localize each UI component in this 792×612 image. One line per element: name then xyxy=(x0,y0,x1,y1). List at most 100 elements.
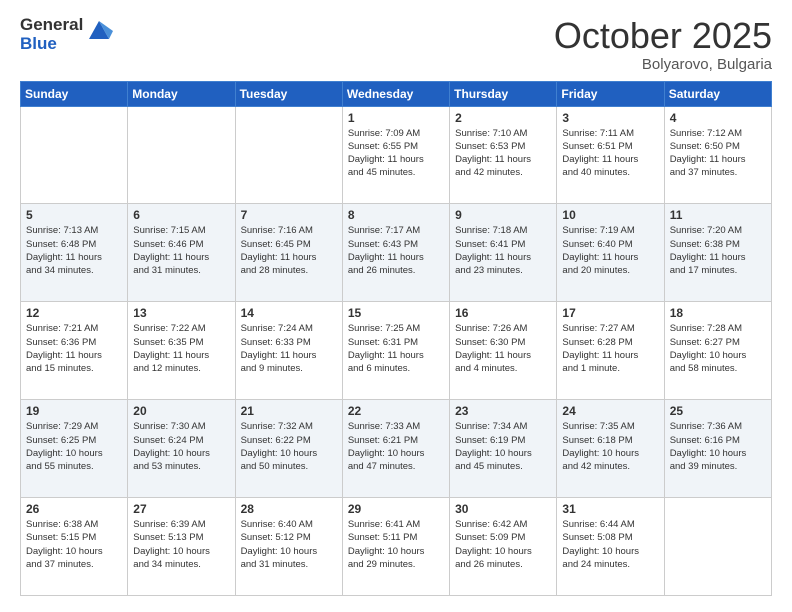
day-info: Sunrise: 7:33 AM Sunset: 6:21 PM Dayligh… xyxy=(348,420,444,473)
day-info: Sunrise: 7:19 AM Sunset: 6:40 PM Dayligh… xyxy=(562,224,658,277)
day-info: Sunrise: 7:20 AM Sunset: 6:38 PM Dayligh… xyxy=(670,224,766,277)
day-info: Sunrise: 7:36 AM Sunset: 6:16 PM Dayligh… xyxy=(670,420,766,473)
table-row: 25 Sunrise: 7:36 AM Sunset: 6:16 PM Dayli… xyxy=(664,400,771,498)
day-number: 20 xyxy=(133,404,229,418)
day-number: 4 xyxy=(670,111,766,125)
day-number: 25 xyxy=(670,404,766,418)
day-number: 15 xyxy=(348,306,444,320)
day-number: 29 xyxy=(348,502,444,516)
day-info: Sunrise: 7:24 AM Sunset: 6:33 PM Dayligh… xyxy=(241,322,337,375)
table-row: 14 Sunrise: 7:24 AM Sunset: 6:33 PM Dayli… xyxy=(235,302,342,400)
table-row: 18 Sunrise: 7:28 AM Sunset: 6:27 PM Dayli… xyxy=(664,302,771,400)
day-number: 12 xyxy=(26,306,122,320)
day-info: Sunrise: 6:41 AM Sunset: 5:11 PM Dayligh… xyxy=(348,518,444,571)
table-row: 11Sunrise: 7:20 AM Sunset: 6:38 PM Dayli… xyxy=(664,204,771,302)
table-row: 19Sunrise: 7:29 AM Sunset: 6:25 PM Dayli… xyxy=(21,400,128,498)
table-row: 24Sunrise: 7:35 AM Sunset: 6:18 PM Dayli… xyxy=(557,400,664,498)
day-number: 14 xyxy=(241,306,337,320)
table-row: 5 Sunrise: 7:13 AM Sunset: 6:48 PM Daylig… xyxy=(21,204,128,302)
day-info: Sunrise: 7:30 AM Sunset: 6:24 PM Dayligh… xyxy=(133,420,229,473)
page: General Blue October 2025 Bolyarovo, Bul… xyxy=(0,0,792,612)
day-number: 2 xyxy=(455,111,551,125)
col-thursday: Thursday xyxy=(450,81,557,106)
day-number: 26 xyxy=(26,502,122,516)
table-row: 3Sunrise: 7:11 AM Sunset: 6:51 PM Daylig… xyxy=(557,106,664,204)
day-number: 27 xyxy=(133,502,229,516)
day-number: 24 xyxy=(562,404,658,418)
day-number: 31 xyxy=(562,502,658,516)
col-sunday: Sunday xyxy=(21,81,128,106)
table-row: 2Sunrise: 7:10 AM Sunset: 6:53 PM Daylig… xyxy=(450,106,557,204)
title-block: October 2025 Bolyarovo, Bulgaria xyxy=(554,16,772,73)
table-row: 8 Sunrise: 7:17 AM Sunset: 6:43 PM Daylig… xyxy=(342,204,449,302)
day-info: Sunrise: 7:29 AM Sunset: 6:25 PM Dayligh… xyxy=(26,420,122,473)
day-number: 3 xyxy=(562,111,658,125)
day-number: 22 xyxy=(348,404,444,418)
table-row: 17 Sunrise: 7:27 AM Sunset: 6:28 PM Dayli… xyxy=(557,302,664,400)
day-info: Sunrise: 7:18 AM Sunset: 6:41 PM Dayligh… xyxy=(455,224,551,277)
table-row: 16Sunrise: 7:26 AM Sunset: 6:30 PM Dayli… xyxy=(450,302,557,400)
day-info: Sunrise: 7:26 AM Sunset: 6:30 PM Dayligh… xyxy=(455,322,551,375)
day-number: 6 xyxy=(133,208,229,222)
table-row: 28 Sunrise: 6:40 AM Sunset: 5:12 PM Dayli… xyxy=(235,498,342,596)
day-number: 28 xyxy=(241,502,337,516)
header-row: Sunday Monday Tuesday Wednesday Thursday… xyxy=(21,81,772,106)
day-info: Sunrise: 7:17 AM Sunset: 6:43 PM Dayligh… xyxy=(348,224,444,277)
calendar-week-3: 19Sunrise: 7:29 AM Sunset: 6:25 PM Dayli… xyxy=(21,400,772,498)
table-row: 31Sunrise: 6:44 AM Sunset: 5:08 PM Dayli… xyxy=(557,498,664,596)
table-row: 23 Sunrise: 7:34 AM Sunset: 6:19 PM Dayli… xyxy=(450,400,557,498)
table-row: 21Sunrise: 7:32 AM Sunset: 6:22 PM Dayli… xyxy=(235,400,342,498)
calendar-week-4: 26 Sunrise: 6:38 AM Sunset: 5:15 PM Dayli… xyxy=(21,498,772,596)
col-friday: Friday xyxy=(557,81,664,106)
day-info: Sunrise: 7:22 AM Sunset: 6:35 PM Dayligh… xyxy=(133,322,229,375)
table-row xyxy=(664,498,771,596)
day-info: Sunrise: 7:32 AM Sunset: 6:22 PM Dayligh… xyxy=(241,420,337,473)
header: General Blue October 2025 Bolyarovo, Bul… xyxy=(20,16,772,73)
table-row: 13 Sunrise: 7:22 AM Sunset: 6:35 PM Dayli… xyxy=(128,302,235,400)
table-row: 9 Sunrise: 7:18 AM Sunset: 6:41 PM Daylig… xyxy=(450,204,557,302)
day-info: Sunrise: 6:38 AM Sunset: 5:15 PM Dayligh… xyxy=(26,518,122,571)
calendar-table: Sunday Monday Tuesday Wednesday Thursday… xyxy=(20,81,772,596)
table-row: 27 Sunrise: 6:39 AM Sunset: 5:13 PM Dayli… xyxy=(128,498,235,596)
day-info: Sunrise: 7:15 AM Sunset: 6:46 PM Dayligh… xyxy=(133,224,229,277)
col-saturday: Saturday xyxy=(664,81,771,106)
table-row: 7Sunrise: 7:16 AM Sunset: 6:45 PM Daylig… xyxy=(235,204,342,302)
day-number: 13 xyxy=(133,306,229,320)
col-tuesday: Tuesday xyxy=(235,81,342,106)
table-row: 10 Sunrise: 7:19 AM Sunset: 6:40 PM Dayli… xyxy=(557,204,664,302)
table-row: 30 Sunrise: 6:42 AM Sunset: 5:09 PM Dayli… xyxy=(450,498,557,596)
table-row xyxy=(235,106,342,204)
day-info: Sunrise: 6:42 AM Sunset: 5:09 PM Dayligh… xyxy=(455,518,551,571)
day-info: Sunrise: 7:25 AM Sunset: 6:31 PM Dayligh… xyxy=(348,322,444,375)
calendar-week-2: 12 Sunrise: 7:21 AM Sunset: 6:36 PM Dayli… xyxy=(21,302,772,400)
day-info: Sunrise: 6:40 AM Sunset: 5:12 PM Dayligh… xyxy=(241,518,337,571)
day-number: 17 xyxy=(562,306,658,320)
table-row: 15 Sunrise: 7:25 AM Sunset: 6:31 PM Dayli… xyxy=(342,302,449,400)
month-title: October 2025 xyxy=(554,16,772,56)
day-info: Sunrise: 7:21 AM Sunset: 6:36 PM Dayligh… xyxy=(26,322,122,375)
day-number: 23 xyxy=(455,404,551,418)
day-info: Sunrise: 7:13 AM Sunset: 6:48 PM Dayligh… xyxy=(26,224,122,277)
calendar-week-1: 5 Sunrise: 7:13 AM Sunset: 6:48 PM Daylig… xyxy=(21,204,772,302)
table-row: 4 Sunrise: 7:12 AM Sunset: 6:50 PM Daylig… xyxy=(664,106,771,204)
col-monday: Monday xyxy=(128,81,235,106)
day-info: Sunrise: 7:12 AM Sunset: 6:50 PM Dayligh… xyxy=(670,127,766,180)
logo: General Blue xyxy=(20,16,113,53)
day-number: 9 xyxy=(455,208,551,222)
day-info: Sunrise: 7:28 AM Sunset: 6:27 PM Dayligh… xyxy=(670,322,766,375)
location: Bolyarovo, Bulgaria xyxy=(554,56,772,73)
table-row: 12 Sunrise: 7:21 AM Sunset: 6:36 PM Dayli… xyxy=(21,302,128,400)
day-number: 5 xyxy=(26,208,122,222)
day-number: 10 xyxy=(562,208,658,222)
day-info: Sunrise: 7:34 AM Sunset: 6:19 PM Dayligh… xyxy=(455,420,551,473)
table-row xyxy=(21,106,128,204)
day-number: 18 xyxy=(670,306,766,320)
logo-icon xyxy=(85,17,113,45)
table-row: 22 Sunrise: 7:33 AM Sunset: 6:21 PM Dayli… xyxy=(342,400,449,498)
day-info: Sunrise: 6:39 AM Sunset: 5:13 PM Dayligh… xyxy=(133,518,229,571)
day-number: 8 xyxy=(348,208,444,222)
day-number: 30 xyxy=(455,502,551,516)
calendar-week-0: 1Sunrise: 7:09 AM Sunset: 6:55 PM Daylig… xyxy=(21,106,772,204)
table-row: 6 Sunrise: 7:15 AM Sunset: 6:46 PM Daylig… xyxy=(128,204,235,302)
day-info: Sunrise: 7:27 AM Sunset: 6:28 PM Dayligh… xyxy=(562,322,658,375)
